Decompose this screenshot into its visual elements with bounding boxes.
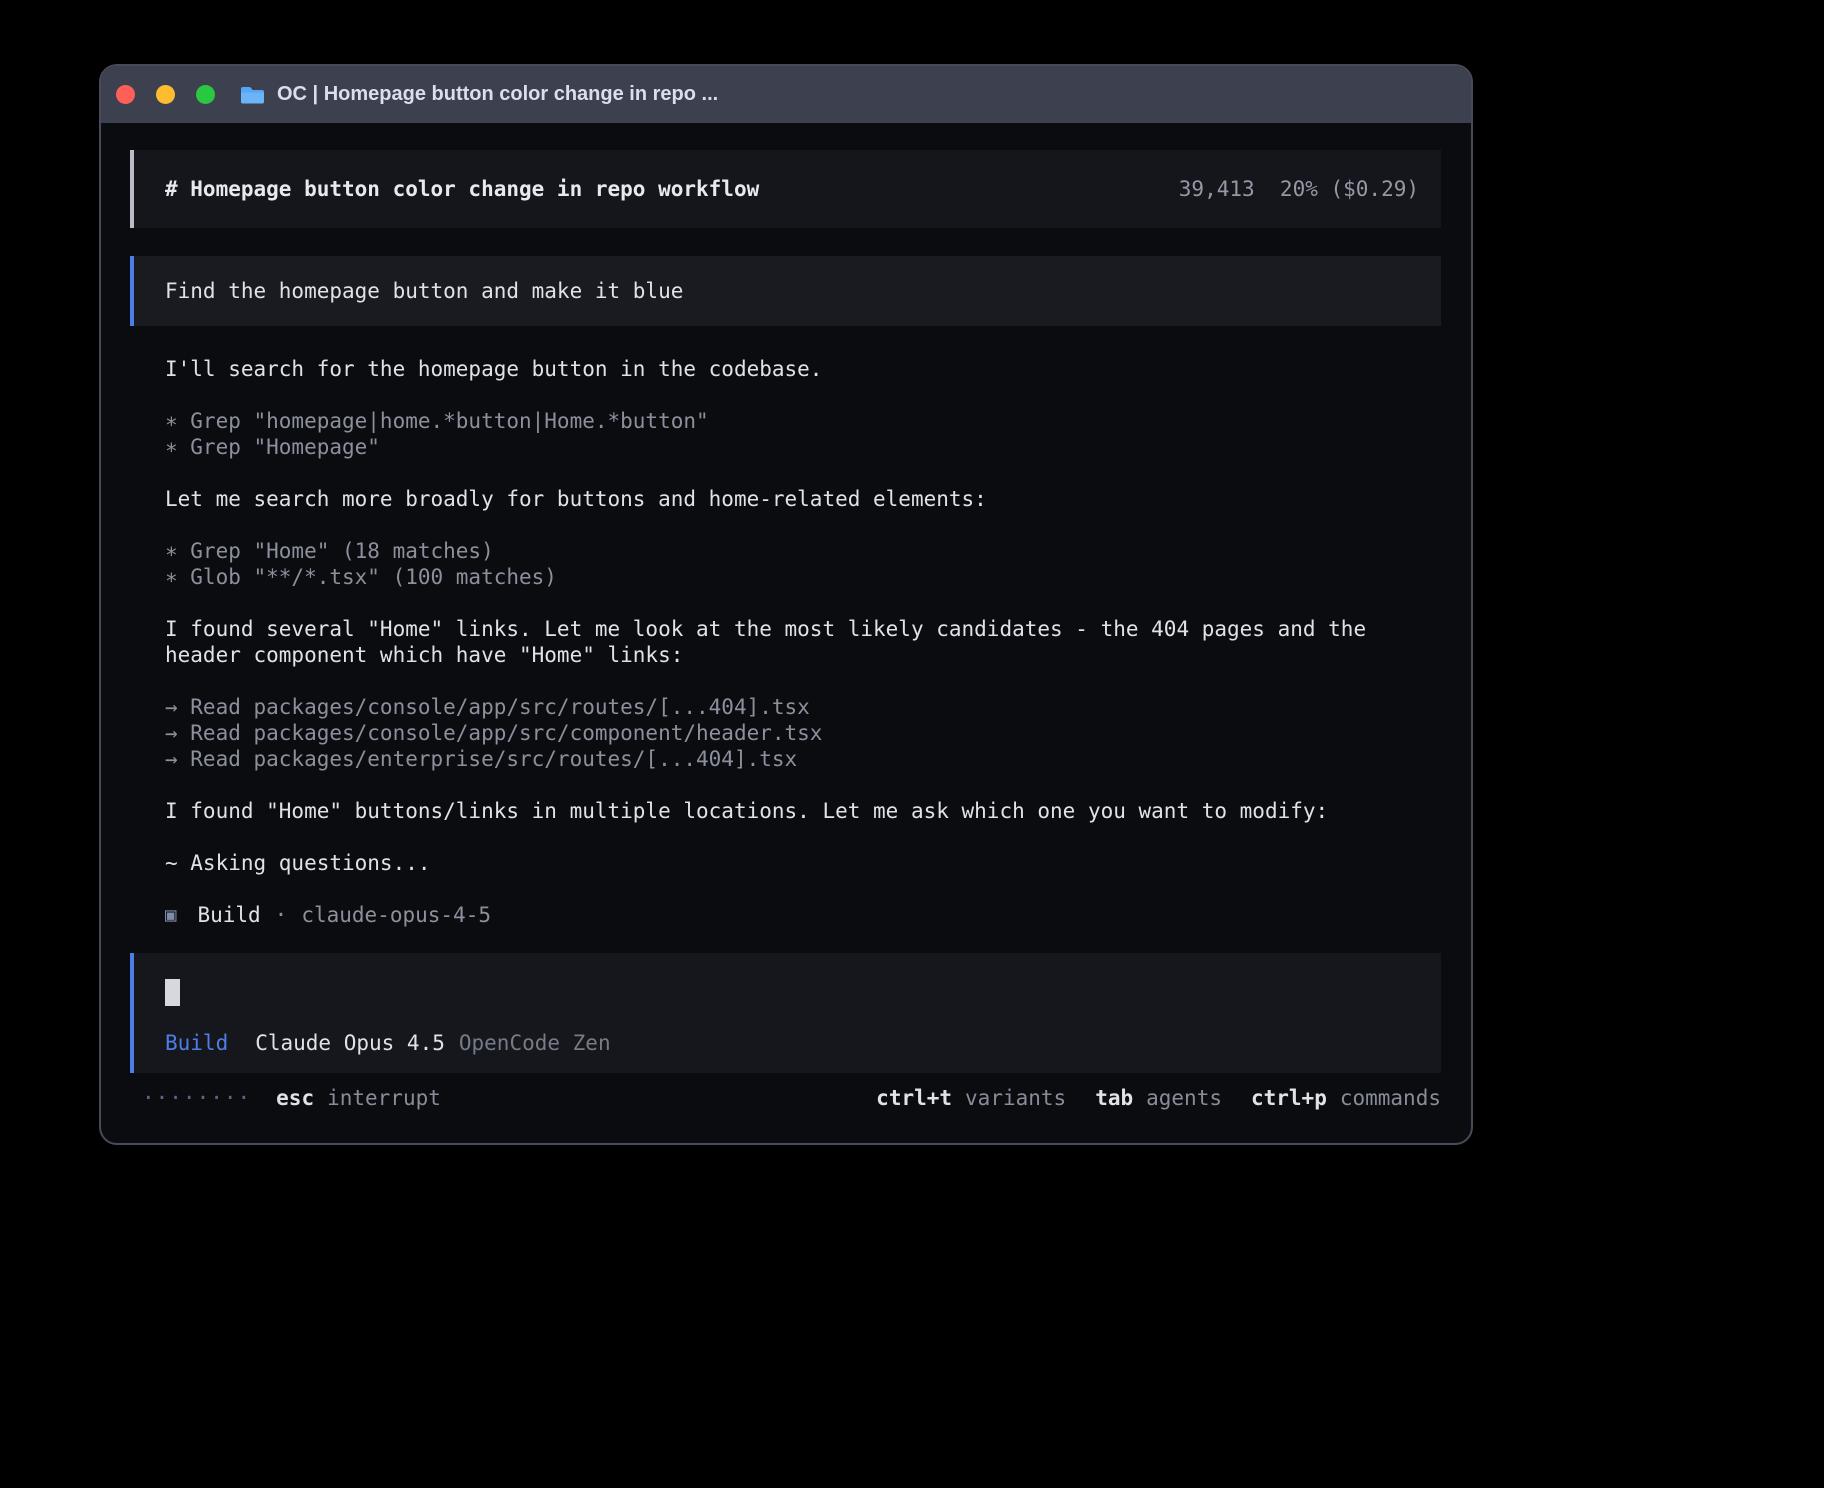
session-header: # Homepage button color change in repo w… [130,150,1441,228]
tool-call-group: → Read packages/console/app/src/routes/[… [165,694,1425,772]
assistant-paragraph: I found several "Home" links. Let me loo… [165,616,1425,668]
assistant-text: I found "Home" buttons/links in multiple… [165,798,1425,824]
window-title-group: OC | Homepage button color change in rep… [239,83,718,106]
agent-separator: · [275,902,288,928]
agent-task-row: ▣ Build · claude-opus-4-5 [165,902,1425,928]
traffic-lights [116,85,215,104]
shortcut-label-commands: commands [1340,1085,1441,1111]
tool-call-read: → Read packages/console/app/src/componen… [165,720,1425,746]
shortcut-label-agents: agents [1146,1085,1222,1111]
tool-call-grep: ∗ Grep "homepage|home.*button|Home.*butt… [165,408,1425,434]
status-line: ~ Asking questions... [165,850,1425,876]
terminal-window: OC | Homepage button color change in rep… [99,64,1473,1145]
shortcut-key-agents: tab [1095,1085,1133,1111]
model-label: Claude Opus 4.5 [255,1031,445,1055]
input-status-row: Build Claude Opus 4.5 OpenCode Zen [165,1031,1441,1055]
asking-questions-status: ~ Asking questions... [165,850,1425,876]
assistant-paragraph: I'll search for the homepage button in t… [165,356,1425,382]
session-title: # Homepage button color change in repo w… [165,177,759,201]
titlebar[interactable]: OC | Homepage button color change in rep… [101,66,1471,123]
assistant-paragraph: I found "Home" buttons/links in multiple… [165,798,1425,824]
status-bar: ········ esc interrupt ctrl+t variants t… [142,1085,1441,1111]
user-message: Find the homepage button and make it blu… [130,256,1441,326]
agent-name: Build [197,902,260,928]
esc-action-label: interrupt [327,1085,441,1111]
agent-model: claude-opus-4-5 [301,902,491,928]
tool-call-grep: ∗ Grep "Home" (18 matches) [165,538,1425,564]
assistant-text: I'll search for the homepage button in t… [165,356,1425,382]
session-stats: 39,413 20% ($0.29) [1179,177,1419,201]
conversation-flow: I'll search for the homepage button in t… [165,356,1425,928]
shortcut-key-commands: ctrl+p [1251,1085,1327,1111]
tool-call-read: → Read packages/console/app/src/routes/[… [165,694,1425,720]
tool-call-read: → Read packages/enterprise/src/routes/[.… [165,746,1425,772]
provider-label: OpenCode Zen [459,1031,611,1055]
tool-call-group: ∗ Grep "Home" (18 matches) ∗ Glob "**/*.… [165,538,1425,590]
close-button[interactable] [116,85,135,104]
spinner-dots: ········ [142,1085,251,1111]
text-cursor [165,979,180,1006]
zoom-button[interactable] [196,85,215,104]
assistant-text: I found several "Home" links. Let me loo… [165,616,1425,668]
tool-call-glob: ∗ Glob "**/*.tsx" (100 matches) [165,564,1425,590]
prompt-input[interactable]: Build Claude Opus 4.5 OpenCode Zen [130,953,1441,1073]
folder-icon [239,84,266,106]
agent-mode-label[interactable]: Build [165,1031,228,1055]
tool-call-grep: ∗ Grep "Homepage" [165,434,1425,460]
shortcut-label-variants: variants [965,1085,1066,1111]
assistant-text: Let me search more broadly for buttons a… [165,486,1425,512]
shortcut-key-variants: ctrl+t [876,1085,952,1111]
assistant-paragraph: Let me search more broadly for buttons a… [165,486,1425,512]
user-message-text: Find the homepage button and make it blu… [165,279,683,303]
esc-key-hint: esc [276,1085,314,1111]
minimize-button[interactable] [156,85,175,104]
status-bar-right: ctrl+t variants tab agents ctrl+p comman… [876,1085,1441,1111]
tool-call-group: ∗ Grep "homepage|home.*button|Home.*butt… [165,408,1425,460]
agent-task-icon: ▣ [165,902,176,928]
status-bar-left: ········ esc interrupt [142,1085,441,1111]
terminal-content: # Homepage button color change in repo w… [101,150,1471,1145]
window-title: OC | Homepage button color change in rep… [277,83,718,106]
